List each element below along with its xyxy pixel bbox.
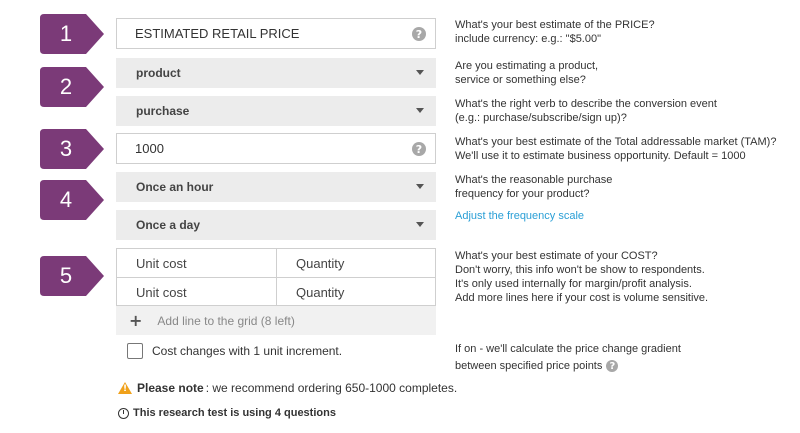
help-icon[interactable]: ? xyxy=(606,360,619,373)
price-input[interactable]: ESTIMATED RETAIL PRICE ? xyxy=(116,18,436,49)
step-number: 5 xyxy=(59,263,73,288)
quantity-input[interactable]: Quantity xyxy=(276,278,435,307)
questions-note: This research test is using 4 questions xyxy=(118,407,336,419)
category-description: Are you estimating a product, service or… xyxy=(455,59,598,87)
frequency-min-select[interactable]: Once an hour xyxy=(116,172,436,202)
step-number: 4 xyxy=(59,187,73,212)
step-number: 3 xyxy=(59,136,73,161)
price-description: What's your best estimate of the PRICE? … xyxy=(455,18,655,46)
desc-line: Are you estimating a product, xyxy=(455,60,599,72)
step-number: 2 xyxy=(59,74,73,99)
step-number: 1 xyxy=(59,21,73,46)
step-marker-5: 5 xyxy=(40,256,104,296)
help-icon[interactable]: ? xyxy=(412,27,426,41)
desc-line: We'll use it to estimate business opport… xyxy=(455,150,746,162)
desc-line: Add more lines here if your cost is volu… xyxy=(455,292,709,304)
cost-grid-row: Unit cost Quantity xyxy=(117,249,435,278)
desc-line: frequency for your product? xyxy=(455,188,590,200)
desc-line: Don't worry, this info won't be show to … xyxy=(455,264,705,276)
adjust-frequency-link[interactable]: Adjust the frequency scale xyxy=(455,210,584,222)
verb-value: purchase xyxy=(136,104,190,118)
desc-line: service or something else? xyxy=(455,74,586,86)
desc-line: (e.g.: purchase/subscribe/sign up)? xyxy=(455,112,627,124)
cost-increment-checkbox[interactable] xyxy=(127,343,143,359)
cost-grid: Unit cost Quantity Unit cost Quantity xyxy=(116,248,436,307)
step-marker-4: 4 xyxy=(40,180,104,220)
desc-line: It's only used internally for margin/pro… xyxy=(455,278,692,290)
gradient-description: If on - we'll calculate the price change… xyxy=(455,341,681,375)
desc-line: What's your best estimate of your COST? xyxy=(455,250,658,262)
add-line-label: Add line to the grid (8 left) xyxy=(157,313,295,328)
desc-line: include currency: e.g.: "$5.00" xyxy=(455,33,602,45)
desc-line: What's the reasonable purchase xyxy=(455,174,613,186)
chevron-down-icon xyxy=(416,184,424,189)
desc-line: If on - we'll calculate the price change… xyxy=(455,343,681,355)
cost-description: What's your best estimate of your COST? … xyxy=(455,249,708,305)
price-placeholder: ESTIMATED RETAIL PRICE xyxy=(135,26,300,41)
frequency-max-select[interactable]: Once a day xyxy=(116,210,436,240)
chevron-down-icon xyxy=(416,222,424,227)
cost-grid-row: Unit cost Quantity xyxy=(117,277,435,307)
frequency-min-value: Once an hour xyxy=(136,180,214,194)
desc-line: between specified price points xyxy=(455,360,603,372)
tam-value: 1000 xyxy=(135,141,164,156)
add-line-button[interactable]: + Add line to the grid (8 left) xyxy=(116,306,436,335)
chevron-down-icon xyxy=(416,108,424,113)
desc-line-with-help: between specified price points? xyxy=(455,358,681,375)
desc-line: What's your best estimate of the PRICE? xyxy=(455,19,655,31)
plus-icon: + xyxy=(129,311,143,330)
please-note-text: : we recommend ordering 650-1000 complet… xyxy=(205,381,458,395)
unit-cost-input[interactable]: Unit cost xyxy=(117,249,276,278)
cost-increment-label: Cost changes with 1 unit increment. xyxy=(152,344,343,358)
step-marker-2: 2 xyxy=(40,67,104,107)
verb-description: What's the right verb to describe the co… xyxy=(455,97,717,125)
warning-icon: ! xyxy=(118,382,132,394)
tam-description: What's your best estimate of the Total a… xyxy=(455,135,776,163)
clock-icon xyxy=(118,407,129,419)
desc-line: What's your best estimate of the Total a… xyxy=(455,136,777,148)
step-marker-1: 1 xyxy=(40,14,104,54)
please-note-bold: Please note xyxy=(137,381,204,395)
quantity-input[interactable]: Quantity xyxy=(276,249,435,278)
category-select[interactable]: product xyxy=(116,58,436,88)
frequency-description: What's the reasonable purchase frequency… xyxy=(455,173,612,201)
category-value: product xyxy=(136,66,181,80)
chevron-down-icon xyxy=(416,70,424,75)
unit-cost-input[interactable]: Unit cost xyxy=(117,278,276,307)
desc-line: What's the right verb to describe the co… xyxy=(455,98,717,110)
tam-input[interactable]: 1000 ? xyxy=(116,133,436,164)
help-icon[interactable]: ? xyxy=(412,142,426,156)
questions-text: This research test is using 4 questions xyxy=(133,407,336,419)
please-note: ! Please note : we recommend ordering 65… xyxy=(118,381,457,395)
step-marker-3: 3 xyxy=(40,129,104,169)
verb-select[interactable]: purchase xyxy=(116,96,436,126)
frequency-max-value: Once a day xyxy=(136,218,201,232)
